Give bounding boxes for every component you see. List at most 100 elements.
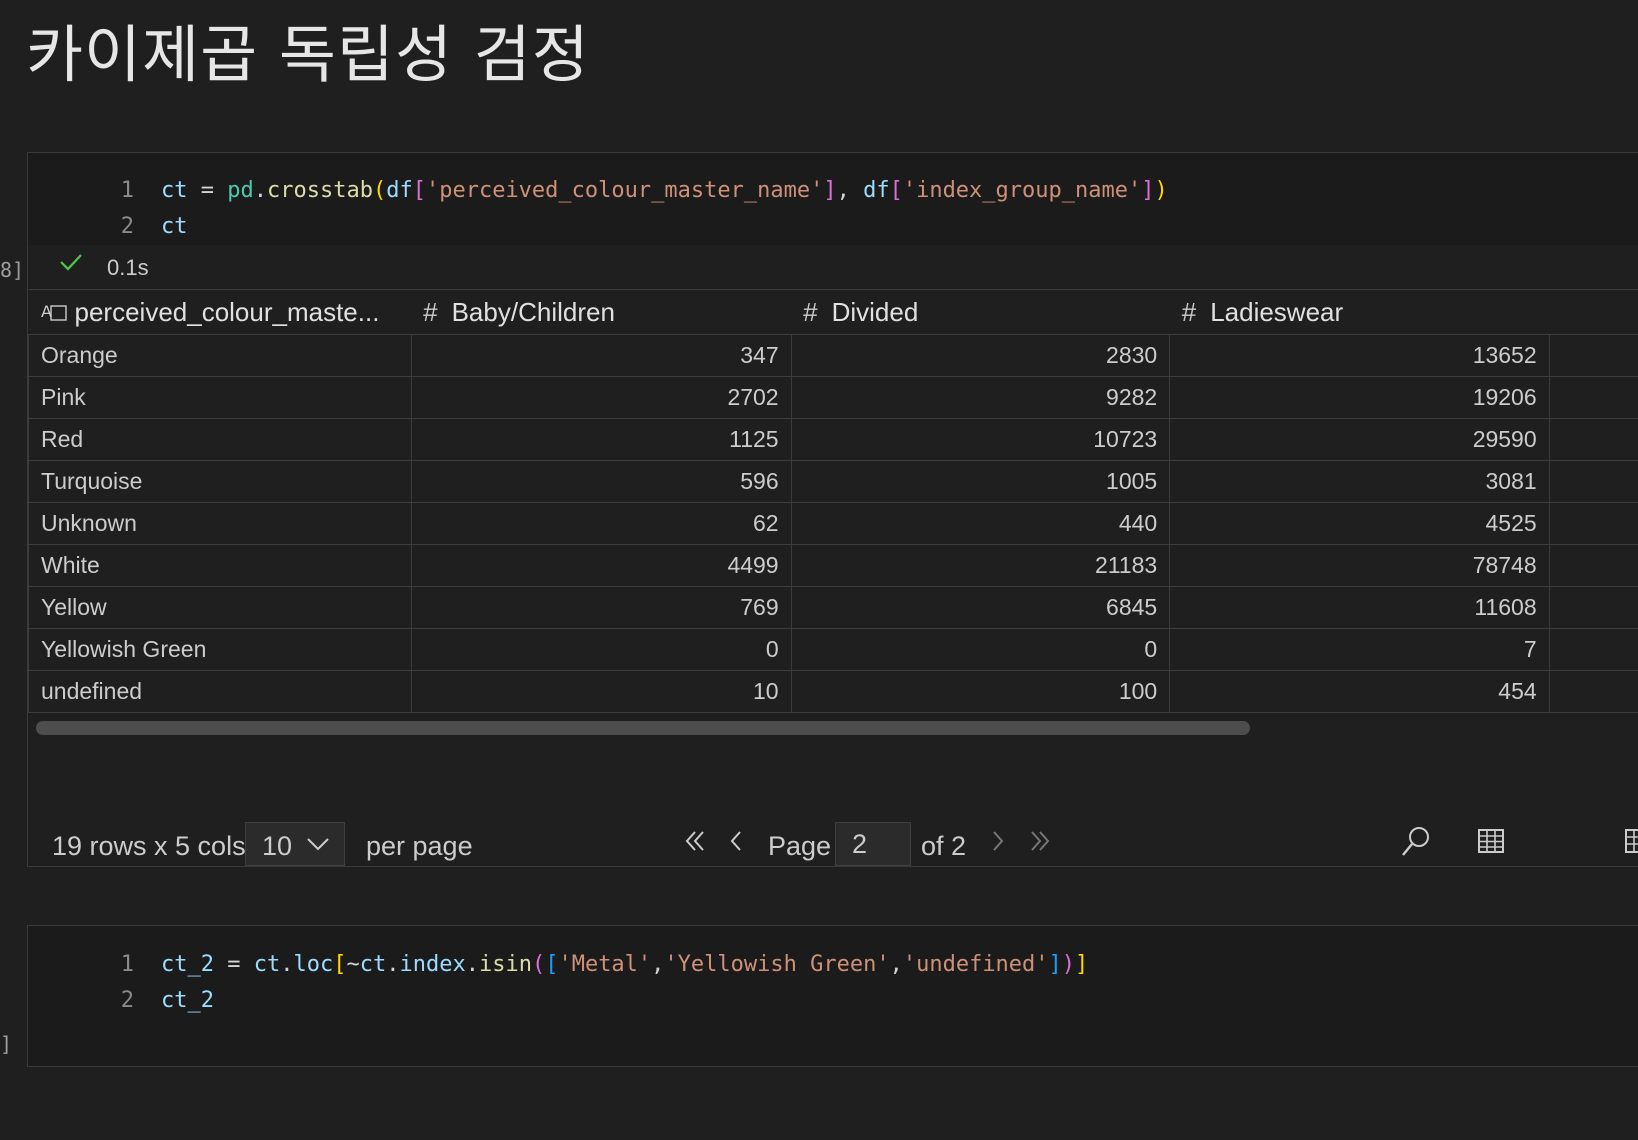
column-header[interactable]: # Divided [791, 289, 1170, 335]
code-token: ( [531, 952, 546, 977]
code-token: df [863, 178, 890, 203]
table-row[interactable]: Red 1125 10723 29590 [28, 418, 1638, 461]
code-token: 'Metal' [558, 952, 652, 977]
table-row[interactable]: undefined 10 100 454 [28, 670, 1638, 713]
numeric-cell[interactable]: 21183 [790, 544, 1171, 587]
row-label-cell[interactable]: Red [28, 418, 412, 461]
numeric-cell[interactable]: 100 [790, 670, 1171, 713]
numeric-cell[interactable]: 13652 [1169, 334, 1550, 377]
row-label-cell[interactable]: undefined [28, 670, 412, 713]
chevron-right-icon[interactable] [990, 829, 1006, 860]
code-editor[interactable]: 1 ct_2 = ct.loc[~ct.index.isin(['Metal',… [28, 926, 1638, 1066]
numeric-cell[interactable]: 7 [1169, 628, 1550, 671]
data-grid: Aperceived_colour_maste... # Baby/Childre… [28, 289, 1638, 713]
code-text[interactable]: ct [161, 209, 188, 245]
code-token: [ [545, 952, 559, 977]
column-header-overflow [1549, 289, 1638, 335]
code-token: crosstab [267, 178, 373, 203]
numeric-cell[interactable]: 2830 [790, 334, 1171, 377]
numeric-cell[interactable]: 6845 [790, 586, 1171, 629]
horizontal-scrollbar[interactable] [28, 713, 1638, 743]
numeric-cell[interactable]: 78748 [1169, 544, 1550, 587]
table-row[interactable]: Yellowish Green 0 0 7 [28, 628, 1638, 671]
row-label-cell[interactable]: Yellowish Green [28, 628, 412, 671]
numeric-cell[interactable]: 454 [1169, 670, 1550, 713]
code-token: , [836, 178, 864, 203]
page-number-input[interactable] [835, 822, 911, 866]
numeric-cell[interactable]: 11608 [1169, 586, 1550, 629]
code-line[interactable]: 2 ct_2 [28, 983, 1638, 1019]
row-label-cell[interactable]: Unknown [28, 502, 412, 545]
table-row[interactable]: Unknown 62 440 4525 [28, 502, 1638, 545]
row-label-cell[interactable]: Turquoise [28, 460, 412, 503]
numeric-cell[interactable]: 10 [410, 670, 792, 713]
code-token: . [465, 952, 479, 977]
table-row[interactable]: Pink 2702 9282 19206 [28, 376, 1638, 419]
numeric-cell[interactable]: 1125 [410, 418, 792, 461]
overflow-cell [1548, 670, 1638, 713]
code-token: . [280, 952, 294, 977]
code-token: 'undefined' [902, 952, 1049, 977]
numeric-cell[interactable]: 596 [410, 460, 792, 503]
numeric-cell[interactable]: 10723 [790, 418, 1171, 461]
row-label-cell[interactable]: White [28, 544, 412, 587]
numeric-cell[interactable]: 769 [410, 586, 792, 629]
table-row[interactable]: Turquoise 596 1005 3081 [28, 460, 1638, 503]
row-label-cell[interactable]: Pink [28, 376, 412, 419]
numeric-cell[interactable]: 29590 [1169, 418, 1550, 461]
code-line[interactable]: 1 ct_2 = ct.loc[~ct.index.isin(['Metal',… [28, 947, 1638, 983]
code-line[interactable]: 1 ct = pd.crosstab(df['perceived_colour_… [28, 173, 1638, 209]
line-number: 1 [120, 178, 134, 203]
code-line[interactable]: 2 ct [28, 209, 1638, 245]
numeric-cell[interactable]: 3081 [1169, 460, 1550, 503]
numeric-cell[interactable]: 347 [410, 334, 792, 377]
code-token: isin [478, 952, 532, 977]
double-chevron-right-icon[interactable] [1028, 829, 1052, 860]
execution-time: 0.1s [107, 255, 149, 280]
code-text[interactable]: ct_2 [161, 983, 214, 1019]
search-icon[interactable] [1400, 825, 1432, 866]
row-label-cell[interactable]: Yellow [28, 586, 412, 629]
scrollbar-thumb[interactable] [36, 721, 1250, 735]
page-label: Page [768, 831, 832, 861]
code-token: ct_2 [161, 952, 214, 977]
chevron-left-icon[interactable] [728, 829, 744, 860]
line-number: 1 [120, 952, 134, 977]
numeric-cell[interactable]: 4499 [410, 544, 792, 587]
numeric-cell[interactable]: 9282 [790, 376, 1171, 419]
table-icon[interactable] [1477, 827, 1505, 862]
numeric-cell[interactable]: 2702 [410, 376, 792, 419]
column-header[interactable]: # Baby/Children [411, 289, 792, 335]
table-row[interactable]: White 4499 21183 78748 [28, 544, 1638, 587]
overflow-cell [1548, 628, 1638, 671]
code-token: 'perceived_colour_master_name' [425, 178, 824, 203]
row-label-cell[interactable]: Orange [28, 334, 412, 377]
overflow-cell [1548, 586, 1638, 629]
export-icon[interactable] [1622, 827, 1638, 862]
numeric-cell[interactable]: 62 [410, 502, 792, 545]
numeric-cell[interactable]: 4525 [1169, 502, 1550, 545]
row-col-count: 19 rows x 5 cols [52, 831, 246, 861]
code-token: ( [372, 178, 387, 203]
numeric-cell[interactable]: 440 [790, 502, 1171, 545]
numeric-cell[interactable]: 1005 [790, 460, 1171, 503]
overflow-cell [1548, 376, 1638, 419]
numeric-cell[interactable]: 0 [790, 628, 1171, 671]
column-header[interactable]: # Ladieswear [1169, 289, 1550, 335]
numeric-type-icon: # [1181, 296, 1197, 327]
double-chevron-left-icon[interactable] [683, 829, 707, 860]
code-cell-2[interactable]: 1 ct_2 = ct.loc[~ct.index.isin(['Metal',… [27, 925, 1638, 1067]
table-row[interactable]: Orange 347 2830 13652 [28, 334, 1638, 377]
code-text[interactable]: ct_2 = ct.loc[~ct.index.isin(['Metal','Y… [161, 947, 1088, 983]
code-text[interactable]: ct = pd.crosstab(df['perceived_colour_ma… [161, 173, 1168, 209]
numeric-cell[interactable]: 0 [410, 628, 792, 671]
text-type-icon: A [41, 302, 67, 321]
code-token: ct [161, 178, 188, 203]
column-header[interactable]: Aperceived_colour_maste... [28, 289, 412, 335]
page-size-select[interactable]: 10 [245, 822, 345, 866]
code-editor[interactable]: 1 ct = pd.crosstab(df['perceived_colour_… [28, 153, 1638, 245]
code-cell-1[interactable]: 1 ct = pd.crosstab(df['perceived_colour_… [27, 152, 1638, 867]
numeric-cell[interactable]: 19206 [1169, 376, 1550, 419]
overflow-cell [1548, 460, 1638, 503]
table-row[interactable]: Yellow 769 6845 11608 [28, 586, 1638, 629]
